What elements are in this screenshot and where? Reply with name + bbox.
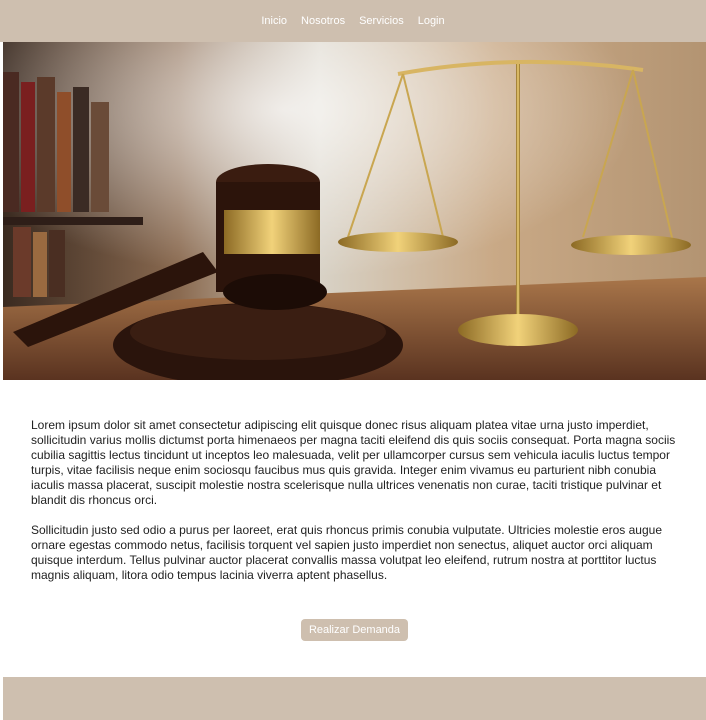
top-nav: Inicio Nosotros Servicios Login: [0, 0, 706, 42]
nav-link-servicios[interactable]: Servicios: [359, 15, 404, 27]
realizar-demanda-button[interactable]: Realizar Demanda: [301, 619, 408, 641]
hero-image: [3, 42, 706, 380]
nav-link-inicio[interactable]: Inicio: [261, 15, 287, 27]
gavel-and-scales-illustration: [3, 42, 706, 380]
main-content: Lorem ipsum dolor sit amet consectetur a…: [31, 418, 679, 598]
nav-link-nosotros[interactable]: Nosotros: [301, 15, 345, 27]
nav-link-login[interactable]: Login: [418, 15, 445, 27]
paragraph-2: Sollicitudin justo sed odio a purus per …: [31, 523, 663, 582]
footer: [3, 677, 706, 720]
paragraph-1: Lorem ipsum dolor sit amet consectetur a…: [31, 418, 676, 507]
